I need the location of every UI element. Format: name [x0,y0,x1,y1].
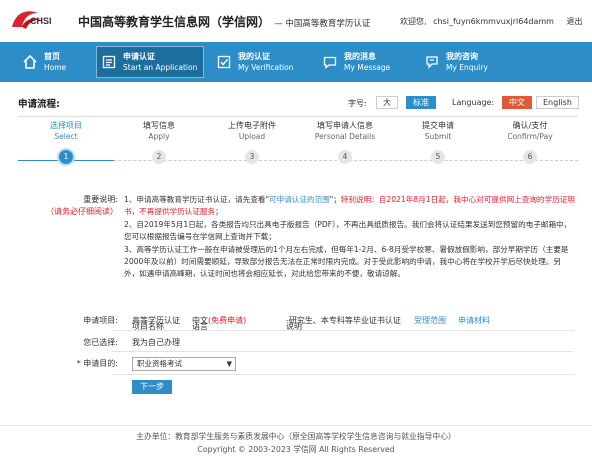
step-label: 上传电子附件 [228,121,276,130]
language-label: Language: [452,98,495,107]
identity-value: 我为自己办理 [132,338,180,347]
notice-paragraph-2: 2、自2019年5月1日起，各类报告均只出具电子版报告（PDF），不再出具纸质报… [124,219,572,242]
welcome-text: 欢迎您, [400,17,427,26]
lang-zh-button[interactable]: 中文 [502,96,532,109]
site-subtitle: — 中国高等教育学历认证 [274,19,371,29]
apply-icon [101,54,117,70]
page-title: 申请流程: [18,99,60,110]
notice-label: 重要说明: （请务必仔细阅读） [40,194,118,218]
purpose-label-text: * 申请目的: [76,359,118,368]
notice-label-main: 重要说明: [83,195,118,204]
apply-item-desc: -研究生、本专科等毕业证书认证 [286,316,401,325]
step-number: 1 [59,150,73,164]
step-label-en: Apply [148,132,170,141]
step-select: 选择项目 Select 1 [26,120,106,164]
footer-sponsor: 主办单位：教育部学生服务与素质发展中心（原全国高等学校学生信息咨询与就业指导中心… [136,432,456,441]
nav-home-en: Home [44,63,67,72]
nav-home[interactable]: 首页 Home [22,46,66,78]
nav-verification[interactable]: 我的认证 My Verification [216,46,293,78]
notice-paragraph-1: 1、申请高等教育学历证书认证，请先查看"可申请认证的范围"；特别说明：自2021… [124,194,576,219]
notice-p1-a: 1、申请高等教育学历证书认证，请先查看" [124,195,270,204]
step-number: 5 [431,150,445,164]
font-size-label: 字号: [348,99,367,108]
site-title[interactable]: 中国高等教育学生信息网（学信网） — 中国高等教育学历认证 [78,13,370,30]
purpose-select[interactable]: 职业资格考试 ▼ [132,357,236,371]
purpose-select-value: 职业资格考试 [137,359,182,368]
materials-link[interactable]: 申请材料 [458,315,490,326]
nav-message-en: My Message [344,63,391,72]
title-row: 申请流程: 字号: 大 标准 Language: 中文 English [18,96,579,110]
identity-label: 您已选择: [83,338,118,347]
scope-range-link[interactable]: 受理范围 [414,315,446,326]
notice-text: 1、申请高等教育学历证书认证，请先查看"可申请认证的范围"；特别说明：自2021… [124,194,576,281]
nav-enquiry-en: My Enquiry [446,63,488,72]
row-divider [112,330,574,331]
scope-link[interactable]: 可申请认证的范围 [269,195,330,204]
notice-p1-b: "； [329,195,341,204]
nav-apply-zh: 申请认证 [123,52,155,61]
nav-message-zh: 我的消息 [344,52,376,61]
step-label: 提交申请 [422,121,454,130]
apply-lang-value: 中文 [192,316,208,325]
lang-en-button[interactable]: English [536,96,579,109]
chevron-down-icon: ▼ [226,360,232,368]
nav-message[interactable]: 我的消息 My Message [322,46,390,78]
nav-apply-en: Start an Application [123,63,198,72]
free-apply-note: (免费申请) [208,316,247,325]
progress-steps: 选择项目 Select 1 填写信息 Apply 2 上传电子附件 Upload… [18,120,578,176]
title-divider [18,116,578,117]
nav-verification-zh: 我的认证 [238,52,270,61]
step-number: 6 [523,150,537,164]
step-label: 填写申请人信息 [317,121,373,130]
step-personal-details: 填写申请人信息 Personal Details 4 [305,120,385,164]
step-label-en: Select [54,132,78,141]
step-submit: 提交申请 Submit 5 [398,120,478,164]
top-header: CHSI 中国高等教育学生信息网（学信网） — 中国高等教育学历认证 欢迎您, … [0,0,592,42]
purpose-label: * 申请目的: [40,358,118,369]
welcome-area: 欢迎您, chsi_fuyn6kmmvuxjrl64damm 退出 [400,16,583,27]
enquiry-icon [424,54,440,70]
footer-divider [0,425,592,426]
nav-apply[interactable]: 申请认证 Start an Application [96,46,205,78]
step-apply: 填写信息 Apply 2 [119,120,199,164]
site-title-main: 中国高等教育学生信息网（学信网） [78,15,271,29]
logout-link[interactable]: 退出 [567,17,583,26]
apply-item-label: 申请项目: [83,316,118,325]
next-button[interactable]: 下一步 [132,380,172,394]
footer-copyright: Copyright © 2003-2023 学信网 All Rights Res… [197,445,395,454]
nav-verification-en: My Verification [238,63,294,72]
apply-item-name: 高等学历认证 [132,316,180,325]
step-number: 2 [152,150,166,164]
step-label-en: Upload [238,132,266,141]
notice-paragraph-3: 3、高等学历认证工作一般在申请被受理后的1个月左右完成，但每年1-2月、6-8月… [124,244,569,279]
logo-text: CHSI [30,16,52,26]
step-number: 3 [245,150,259,164]
step-number: 4 [338,150,352,164]
username: chsi_fuyn6kmmvuxjrl64damm [433,17,554,26]
row-divider [112,351,574,352]
home-icon [22,54,38,70]
nav-enquiry[interactable]: 我的咨询 My Enquiry [424,46,488,78]
step-confirm-pay: 确认/支付 Confirm/Pay 6 [490,120,570,164]
nav-home-zh: 首页 [44,52,60,61]
nav-enquiry-zh: 我的咨询 [446,52,478,61]
step-label: 确认/支付 [512,121,548,130]
step-label: 填写信息 [143,121,175,130]
step-label: 选择项目 [50,121,82,130]
step-label-en: Personal Details [314,132,376,141]
main-nav: 首页 Home 申请认证 Start an Application 我的认证 My V… [0,42,592,82]
font-standard-button[interactable]: 标准 [406,96,436,109]
apply-item-lang: 中文(免费申请) [192,315,246,326]
step-label-en: Confirm/Pay [507,132,553,141]
font-large-button[interactable]: 大 [376,96,398,109]
step-upload: 上传电子附件 Upload 3 [212,120,292,164]
step-label-en: Submit [424,132,452,141]
row-divider [112,374,574,375]
verification-icon [216,54,232,70]
notice-label-sub: （请务必仔细阅读） [46,207,118,216]
message-icon [322,54,338,70]
notice-p1-c: ； [215,207,223,217]
